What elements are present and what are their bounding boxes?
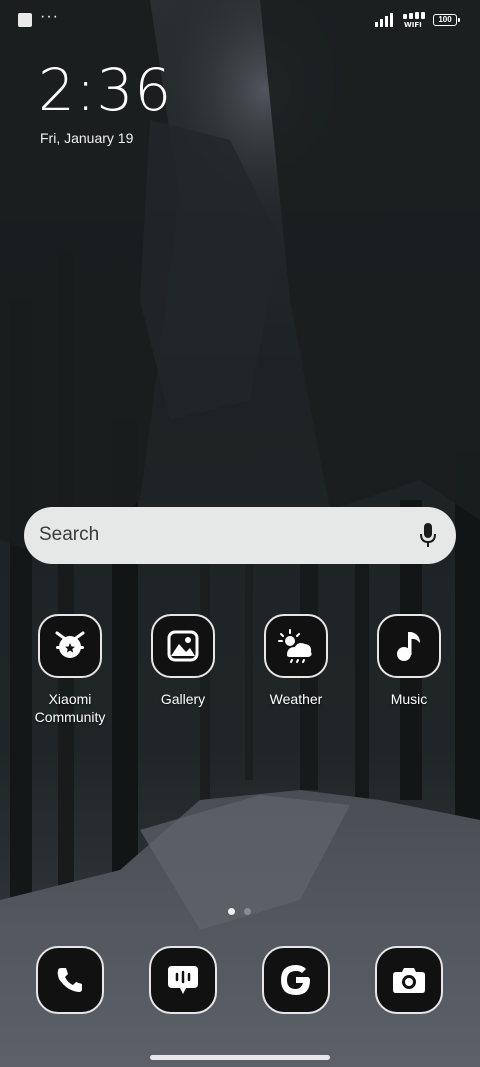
app-music[interactable]: Music bbox=[354, 614, 464, 708]
search-bar[interactable]: Search bbox=[24, 507, 456, 564]
more-notifications-icon: ··· bbox=[40, 8, 59, 25]
gallery-icon[interactable] bbox=[151, 614, 215, 678]
weather-icon[interactable] bbox=[264, 614, 328, 678]
app-xiaomi-community[interactable]: Xiaomi Community bbox=[15, 614, 125, 726]
page-dot-active bbox=[228, 908, 235, 915]
dock-google-button[interactable] bbox=[262, 946, 330, 1014]
wifi-icon bbox=[403, 12, 425, 19]
clock-time[interactable]: 2:36 bbox=[38, 57, 172, 123]
app-weather[interactable]: Weather bbox=[241, 614, 351, 708]
clock-date[interactable]: Fri, January 19 bbox=[40, 130, 133, 146]
camera-icon bbox=[393, 968, 425, 993]
dock-camera-button[interactable] bbox=[375, 946, 443, 1014]
page-dot bbox=[244, 908, 251, 915]
status-bar: ··· WIFI 100 bbox=[0, 0, 480, 40]
battery-icon: 100 bbox=[433, 14, 460, 26]
battery-level: 100 bbox=[438, 15, 452, 24]
xiaomi-community-icon[interactable] bbox=[38, 614, 102, 678]
mic-icon[interactable] bbox=[418, 522, 438, 548]
wifi-label: WIFI bbox=[404, 21, 422, 29]
phone-icon bbox=[57, 968, 82, 992]
home-screen: ··· WIFI 100 2:36 Fri, January 19 Search bbox=[0, 0, 480, 1067]
home-gesture-bar[interactable] bbox=[150, 1055, 330, 1060]
music-icon[interactable] bbox=[377, 614, 441, 678]
dock-messages-button[interactable] bbox=[149, 946, 217, 1014]
page-indicator bbox=[228, 908, 258, 916]
google-icon bbox=[281, 965, 310, 995]
app-label: Xiaomi Community bbox=[34, 691, 106, 725]
app-label: Gallery bbox=[160, 691, 206, 707]
messages-icon bbox=[168, 966, 198, 994]
app-label: Music bbox=[390, 691, 428, 707]
search-placeholder: Search bbox=[39, 524, 100, 545]
dock-phone-button[interactable] bbox=[36, 946, 104, 1014]
signal-icon bbox=[375, 13, 393, 27]
notification-square-icon bbox=[18, 13, 32, 27]
app-label: Weather bbox=[269, 691, 323, 707]
app-gallery[interactable]: Gallery bbox=[128, 614, 238, 708]
